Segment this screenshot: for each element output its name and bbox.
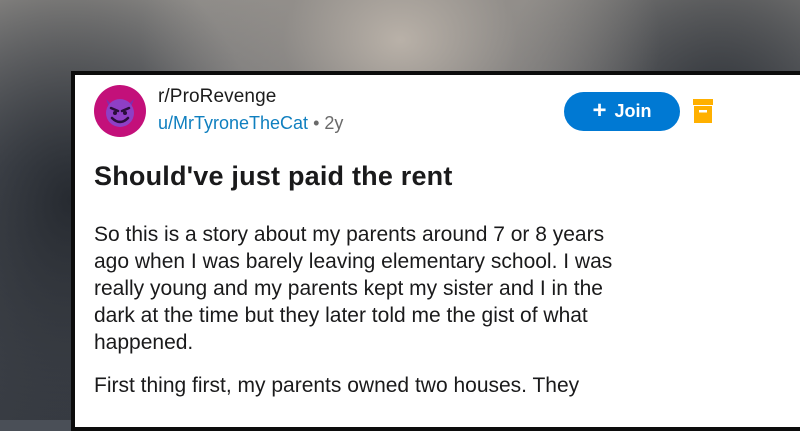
plus-icon: + [592, 96, 607, 124]
text-line: First thing first, my parents owned two … [94, 374, 580, 397]
post-age: 2y [324, 113, 344, 133]
text-line: So this is a story about my parents arou… [94, 223, 605, 246]
subreddit-name[interactable]: r/ProRevenge [158, 86, 276, 108]
devil-face-icon [106, 99, 134, 127]
text-line: dark at the time but they later told me … [94, 304, 588, 327]
meta-separator: • [313, 113, 320, 133]
paragraph-2: First thing first, my parents owned two … [94, 372, 734, 399]
post-meta: u/MrTyroneTheCat • 2y [158, 113, 343, 134]
post-body: So this is a story about my parents arou… [94, 221, 734, 415]
bookmark-icon[interactable] [692, 98, 714, 124]
text-line: happened. [94, 331, 194, 354]
text-line: ago when I was barely leaving elementary… [94, 250, 613, 273]
subreddit-avatar[interactable] [94, 85, 146, 137]
post-title[interactable]: Should've just paid the rent [94, 161, 453, 192]
paragraph-1: So this is a story about my parents arou… [94, 221, 734, 356]
join-button-label: Join [614, 101, 652, 121]
text-line: really young and my parents kept my sist… [94, 277, 603, 300]
username-link[interactable]: u/MrTyroneTheCat [158, 113, 308, 133]
join-button[interactable]: + Join [564, 92, 680, 131]
reddit-post-card: r/ProRevenge u/MrTyroneTheCat • 2y + Joi… [71, 71, 800, 431]
